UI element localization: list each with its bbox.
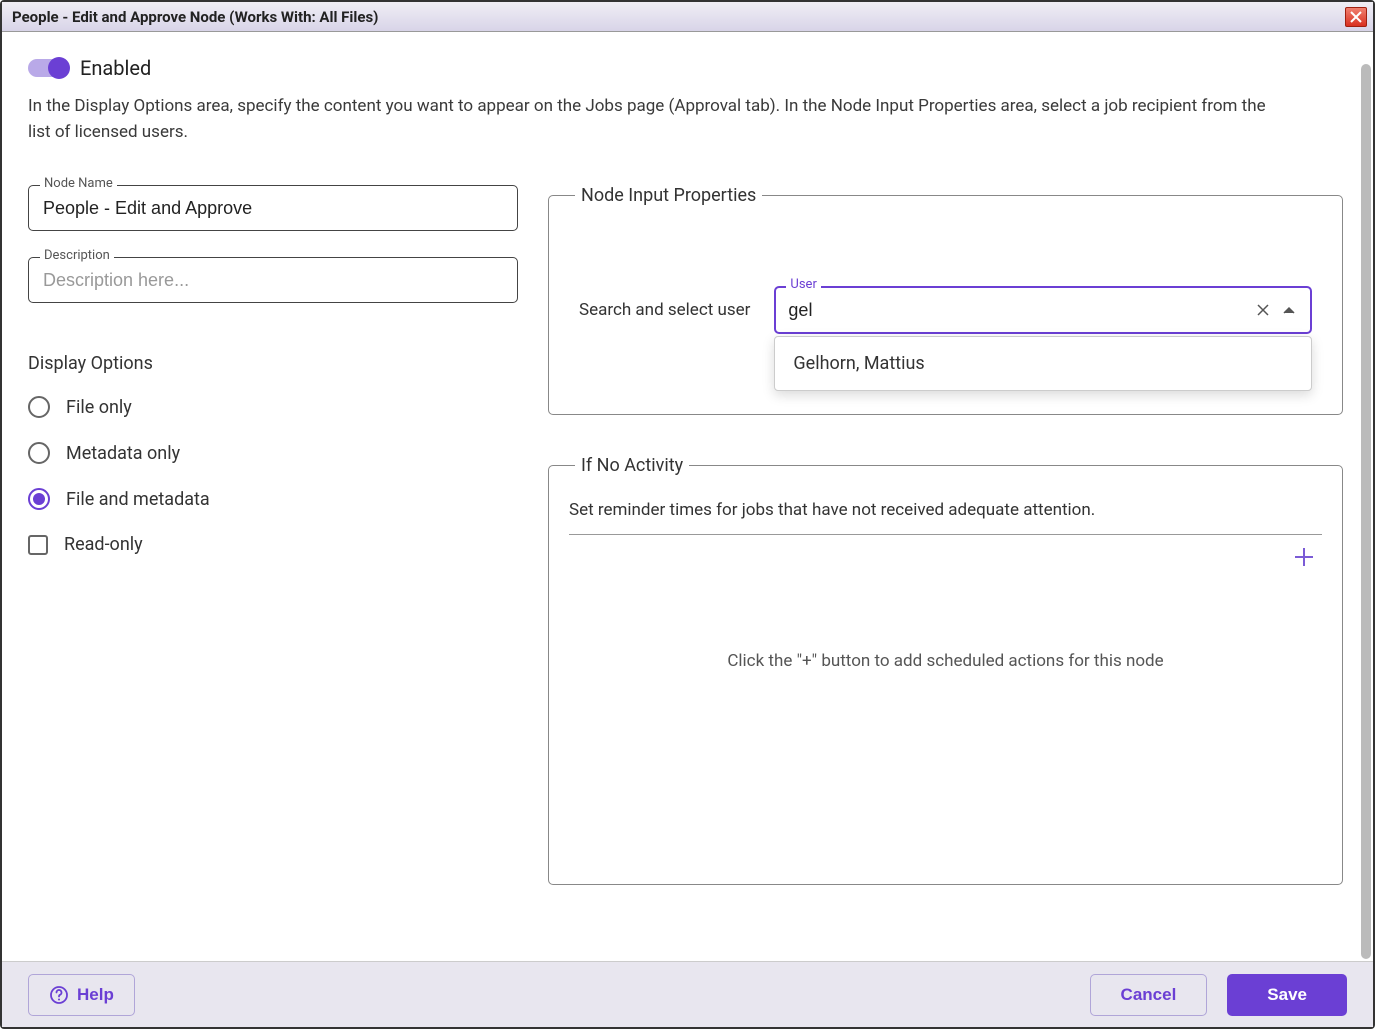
window-title: People - Edit and Approve Node (Works Wi…: [12, 8, 378, 26]
save-button[interactable]: Save: [1227, 974, 1347, 1016]
user-combobox[interactable]: [774, 286, 1312, 334]
node-input-properties-fieldset: Node Input Properties Search and select …: [548, 185, 1343, 415]
main-content: Enabled In the Display Options area, spe…: [2, 32, 1373, 961]
close-button[interactable]: [1345, 7, 1367, 27]
scrollbar-thumb[interactable]: [1361, 64, 1371, 959]
node-input-properties-legend: Node Input Properties: [575, 185, 762, 206]
description-input[interactable]: [28, 257, 518, 303]
search-user-label: Search and select user: [579, 300, 750, 320]
node-name-label: Node Name: [40, 176, 117, 191]
titlebar: People - Edit and Approve Node (Works Wi…: [2, 2, 1373, 32]
radio-label: File and metadata: [66, 489, 210, 510]
close-icon: [1350, 11, 1362, 23]
toggle-knob: [48, 57, 70, 79]
display-options-title: Display Options: [28, 353, 518, 374]
checkbox-read-only[interactable]: Read-only: [28, 534, 518, 555]
enabled-label: Enabled: [80, 56, 151, 80]
radio-icon: [28, 396, 50, 418]
radio-metadata-only[interactable]: Metadata only: [28, 442, 518, 464]
radio-icon: [28, 442, 50, 464]
description-label: Description: [40, 248, 114, 263]
clear-icon[interactable]: [1254, 301, 1272, 319]
node-name-input[interactable]: [28, 185, 518, 231]
scrollbar[interactable]: [1361, 64, 1371, 959]
enabled-toggle[interactable]: [28, 59, 68, 77]
radio-file-only[interactable]: File only: [28, 396, 518, 418]
radio-label: File only: [66, 397, 132, 418]
radio-file-and-metadata[interactable]: File and metadata: [28, 488, 518, 510]
radio-label: Metadata only: [66, 443, 180, 464]
dropdown-item[interactable]: Gelhorn, Mattius: [775, 337, 1311, 390]
intro-text: In the Display Options area, specify the…: [28, 94, 1268, 145]
if-no-activity-fieldset: If No Activity Set reminder times for jo…: [548, 455, 1343, 885]
plus-icon: [1293, 546, 1315, 568]
help-icon: [49, 985, 69, 1005]
help-button[interactable]: Help: [28, 974, 135, 1016]
help-label: Help: [77, 985, 114, 1005]
user-input[interactable]: [788, 288, 1246, 332]
radio-icon: [28, 488, 50, 510]
user-dropdown: Gelhorn, Mattius: [774, 336, 1312, 391]
checkbox-icon: [28, 535, 48, 555]
user-field-label: User: [786, 277, 820, 292]
if-no-activity-desc: Set reminder times for jobs that have no…: [569, 496, 1322, 535]
if-no-activity-legend: If No Activity: [575, 455, 689, 476]
add-action-button[interactable]: [1290, 543, 1318, 571]
if-no-activity-empty: Click the "+" button to add scheduled ac…: [569, 571, 1322, 821]
checkbox-label: Read-only: [64, 534, 143, 555]
footer: Help Cancel Save: [2, 961, 1373, 1027]
chevron-up-icon[interactable]: [1280, 301, 1298, 319]
cancel-button[interactable]: Cancel: [1090, 974, 1208, 1016]
